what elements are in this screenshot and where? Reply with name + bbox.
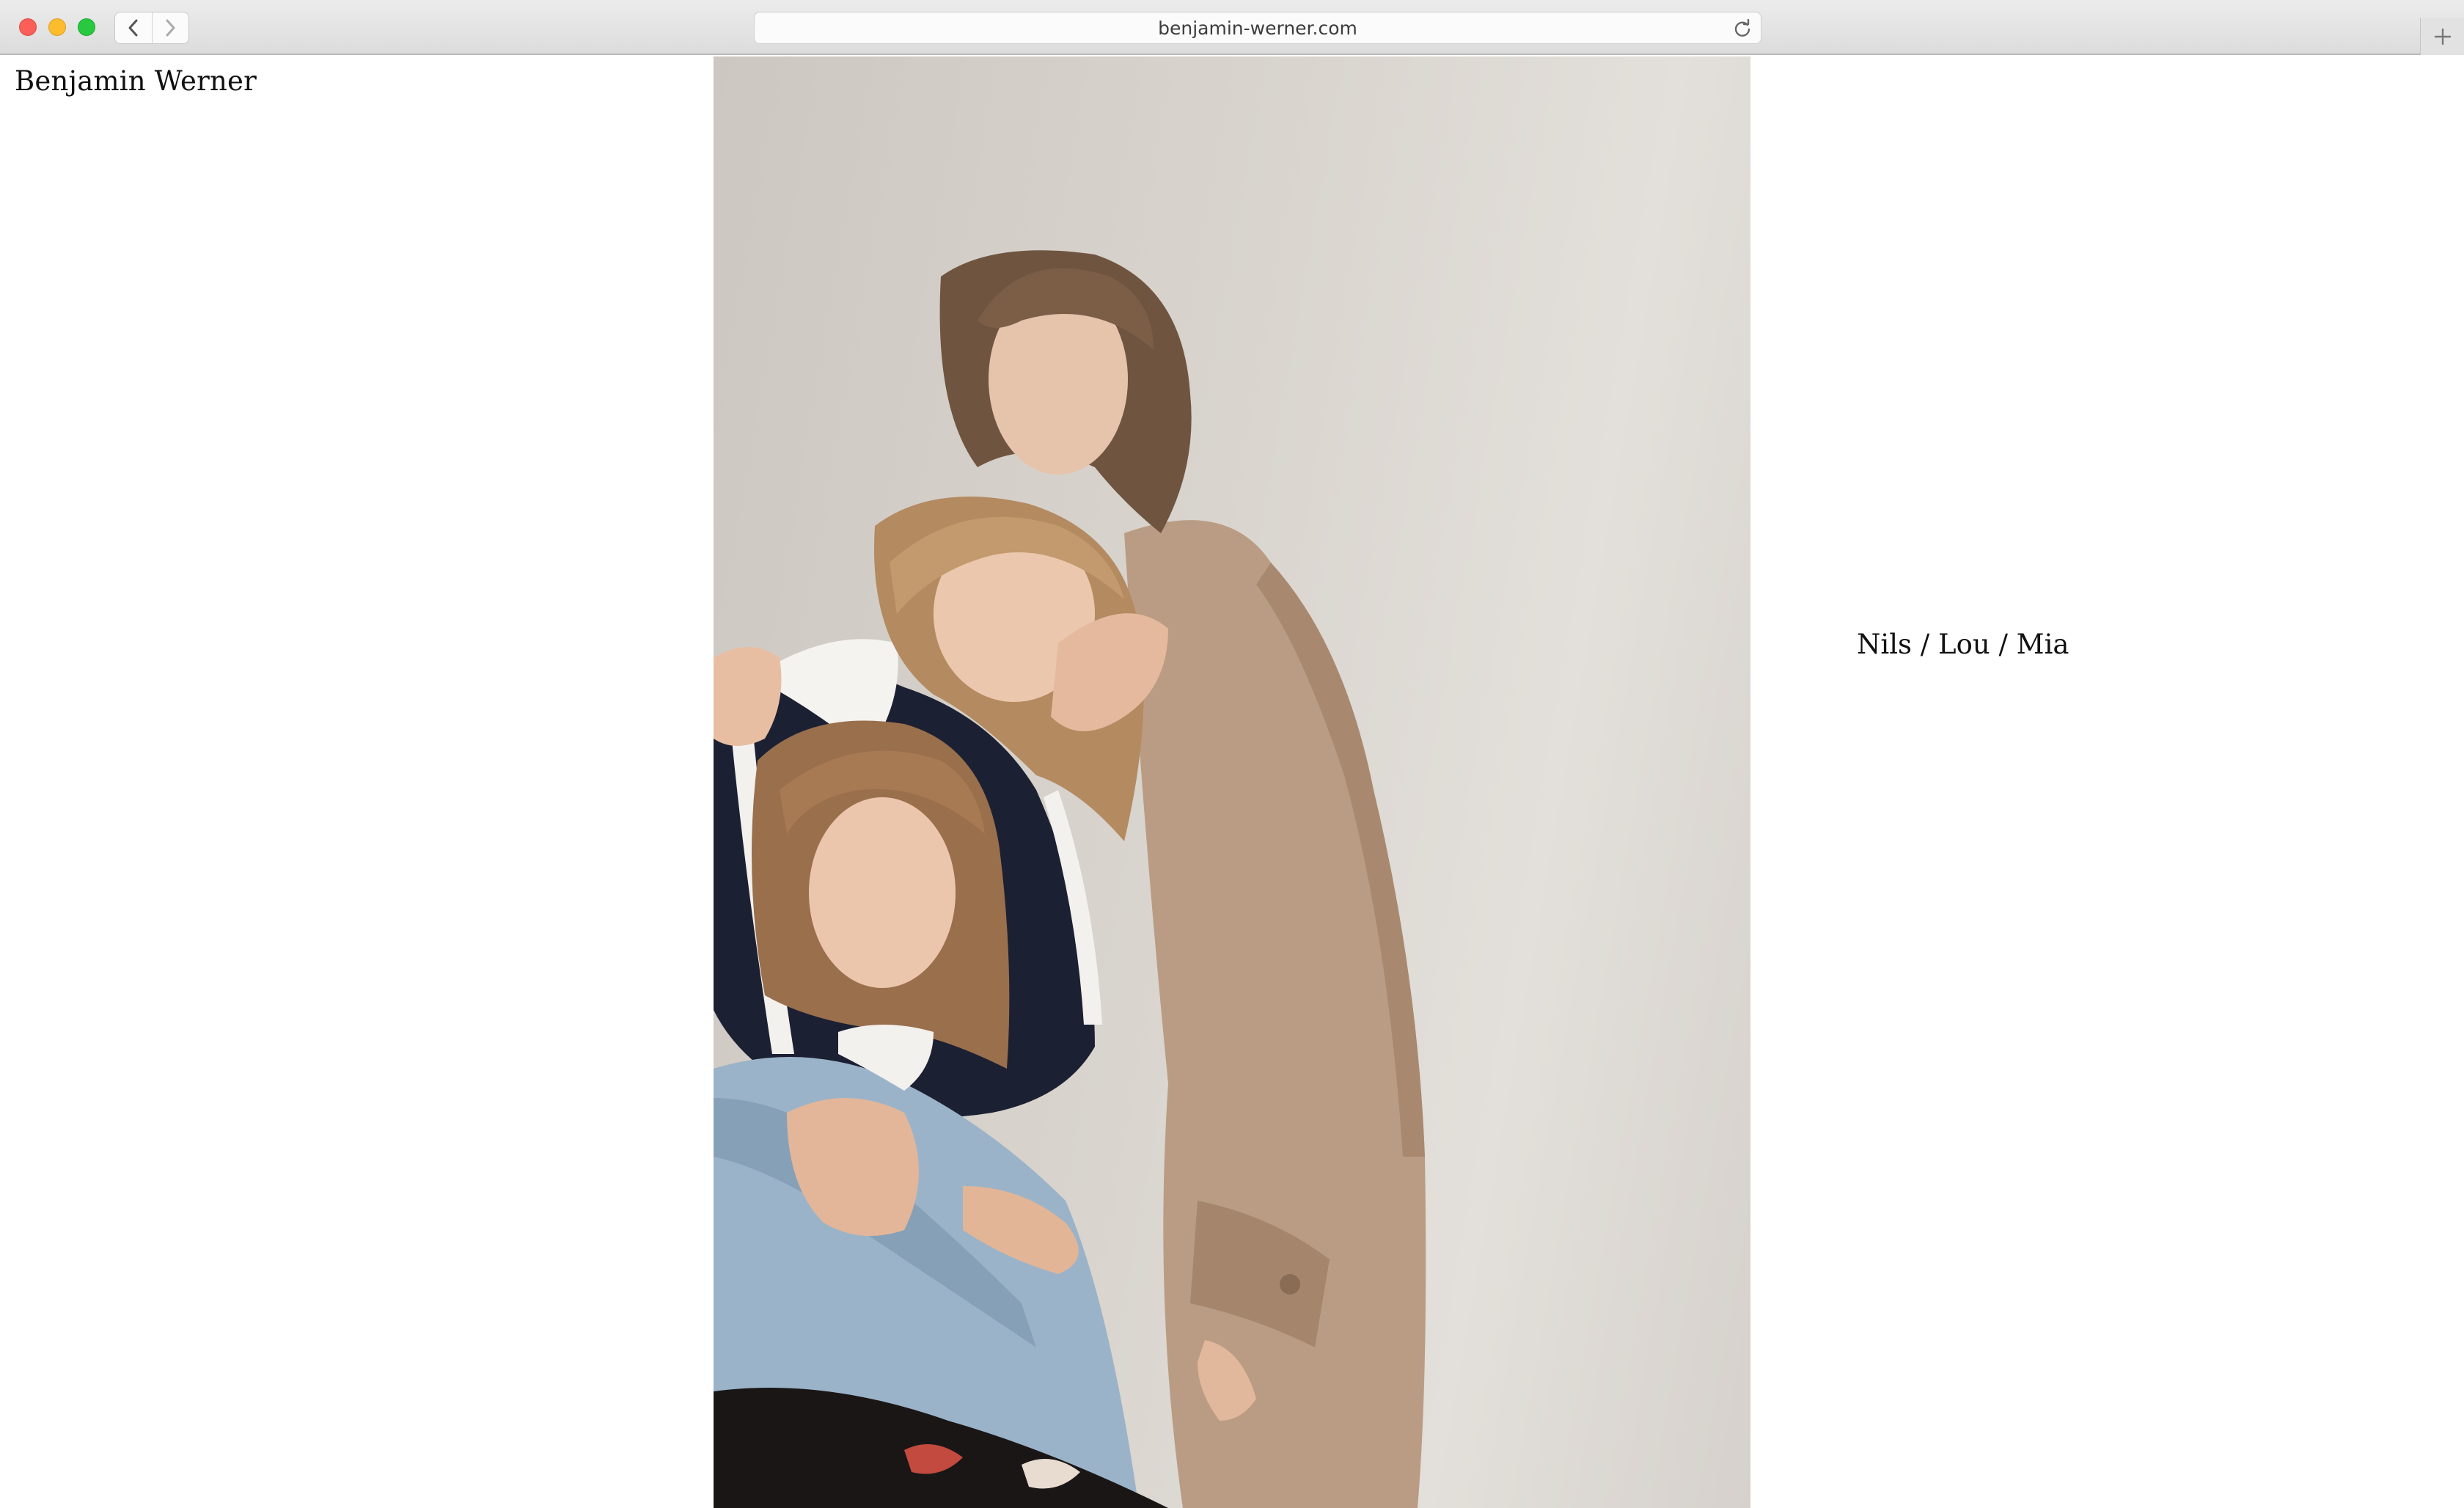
address-bar-url: benjamin-werner.com (1158, 17, 1357, 39)
back-button[interactable] (115, 12, 152, 43)
minimize-window-button[interactable] (48, 18, 66, 36)
page-content: Benjamin Werner Nils / Lou / Mia (0, 56, 2464, 1508)
site-title-link[interactable]: Benjamin Werner (15, 65, 257, 97)
chevron-right-icon (166, 19, 175, 37)
navigation-buttons (114, 12, 189, 44)
reload-icon[interactable] (1733, 19, 1752, 38)
address-bar[interactable]: benjamin-werner.com (754, 12, 1761, 44)
portfolio-photo[interactable] (714, 56, 1750, 1508)
new-tab-button[interactable] (2420, 18, 2464, 55)
forward-button[interactable] (151, 12, 189, 43)
photo-illustration (714, 250, 1426, 1508)
browser-toolbar: benjamin-werner.com (0, 0, 2464, 55)
close-window-button[interactable] (19, 18, 37, 36)
chevron-left-icon (128, 19, 138, 37)
photo-caption: Nils / Lou / Mia (1857, 629, 2069, 660)
maximize-window-button[interactable] (78, 18, 95, 36)
plus-icon (2434, 28, 2451, 45)
